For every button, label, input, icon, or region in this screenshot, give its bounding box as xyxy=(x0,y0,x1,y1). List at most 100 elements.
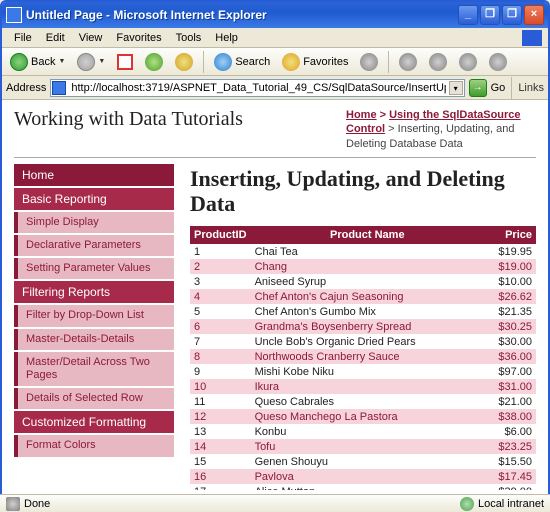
table-cell: $10.00 xyxy=(484,274,536,289)
table-row: 5Chef Anton's Gumbo Mix$21.35 xyxy=(190,304,536,319)
address-label: Address xyxy=(6,82,46,94)
minimize-button[interactable]: _ xyxy=(458,5,478,25)
column-header: Product Name xyxy=(251,226,484,244)
sidebar-header[interactable]: Filtering Reports xyxy=(14,281,174,303)
table-cell: 6 xyxy=(190,319,251,334)
close-button[interactable]: × xyxy=(524,5,544,25)
star-icon xyxy=(282,53,300,71)
print-button[interactable] xyxy=(425,51,451,73)
stop-button[interactable] xyxy=(113,52,137,72)
page-icon xyxy=(52,81,66,95)
links-label[interactable]: Links xyxy=(518,82,544,94)
sidebar-item[interactable]: Master/Detail Across Two Pages xyxy=(14,352,174,386)
edit-icon xyxy=(459,53,477,71)
table-cell: 12 xyxy=(190,409,251,424)
table-cell: Chang xyxy=(251,259,484,274)
status-text: Done xyxy=(24,498,50,510)
table-cell: 10 xyxy=(190,379,251,394)
menu-file[interactable]: File xyxy=(8,30,38,46)
address-bar: Address ▾ → Go Links xyxy=(2,76,548,100)
main-heading: Inserting, Updating, and Deleting Data xyxy=(190,166,536,217)
table-cell: 14 xyxy=(190,439,251,454)
table-cell: 11 xyxy=(190,394,251,409)
table-row: 8Northwoods Cranberry Sauce$36.00 xyxy=(190,349,536,364)
maximize-button[interactable]: ❐ xyxy=(502,5,522,25)
table-row: 6Grandma's Boysenberry Spread$30.25 xyxy=(190,319,536,334)
table-cell: Chai Tea xyxy=(251,244,484,259)
table-cell: 4 xyxy=(190,289,251,304)
restore-button[interactable]: ❐ xyxy=(480,5,500,25)
table-cell: Alice Mutton xyxy=(251,484,484,490)
favorites-button[interactable]: Favorites xyxy=(278,51,352,73)
column-header: Price xyxy=(484,226,536,244)
edit-button[interactable] xyxy=(455,51,481,73)
content-area: Working with Data Tutorials Home > Using… xyxy=(2,100,548,490)
sidebar-item[interactable]: Filter by Drop-Down List xyxy=(14,305,174,326)
sidebar-item[interactable]: Declarative Parameters xyxy=(14,235,174,256)
home-button[interactable] xyxy=(171,51,197,73)
breadcrumb-home[interactable]: Home xyxy=(346,109,377,121)
ie-throbber-icon xyxy=(522,30,542,46)
menu-edit[interactable]: Edit xyxy=(40,30,71,46)
table-cell: Pavlova xyxy=(251,469,484,484)
table-cell: $21.35 xyxy=(484,304,536,319)
window-title: Untitled Page - Microsoft Internet Explo… xyxy=(26,8,458,22)
table-cell: 16 xyxy=(190,469,251,484)
menu-tools[interactable]: Tools xyxy=(170,30,208,46)
table-cell: Ikura xyxy=(251,379,484,394)
table-cell: 7 xyxy=(190,334,251,349)
messenger-icon xyxy=(489,53,507,71)
table-cell: 15 xyxy=(190,454,251,469)
table-cell: $30.25 xyxy=(484,319,536,334)
back-button[interactable]: Back ▼ xyxy=(6,51,69,73)
messenger-button[interactable] xyxy=(485,51,511,73)
table-cell: Genen Shouyu xyxy=(251,454,484,469)
sidebar-item[interactable]: Simple Display xyxy=(14,212,174,233)
table-row: 10Ikura$31.00 xyxy=(190,379,536,394)
separator xyxy=(511,77,512,99)
separator xyxy=(203,51,204,73)
back-label: Back xyxy=(31,56,55,68)
table-row: 9Mishi Kobe Niku$97.00 xyxy=(190,364,536,379)
sidebar-header[interactable]: Basic Reporting xyxy=(14,188,174,210)
table-cell: $19.95 xyxy=(484,244,536,259)
table-row: 2Chang$19.00 xyxy=(190,259,536,274)
table-cell: Konbu xyxy=(251,424,484,439)
forward-button[interactable]: ▼ xyxy=(73,51,109,73)
sidebar-item[interactable]: Setting Parameter Values xyxy=(14,258,174,279)
sidebar-item[interactable]: Master-Details-Details xyxy=(14,329,174,350)
table-row: 13Konbu$6.00 xyxy=(190,424,536,439)
table-cell: Queso Manchego La Pastora xyxy=(251,409,484,424)
sidebar-header[interactable]: Home xyxy=(14,164,174,186)
sidebar-item[interactable]: Format Colors xyxy=(14,435,174,456)
toolbar: Back ▼ ▼ Search Favorites xyxy=(2,48,548,76)
mail-button[interactable] xyxy=(395,51,421,73)
menu-bar: File Edit View Favorites Tools Help xyxy=(2,28,548,48)
go-button[interactable]: → xyxy=(469,79,487,97)
sidebar: HomeBasic ReportingSimple DisplayDeclara… xyxy=(14,164,174,490)
table-cell: $15.50 xyxy=(484,454,536,469)
title-bar: Untitled Page - Microsoft Internet Explo… xyxy=(2,2,548,28)
refresh-button[interactable] xyxy=(141,51,167,73)
table-cell: $31.00 xyxy=(484,379,536,394)
search-button[interactable]: Search xyxy=(210,51,274,73)
menu-help[interactable]: Help xyxy=(209,30,244,46)
table-cell: $26.62 xyxy=(484,289,536,304)
home-icon xyxy=(175,53,193,71)
table-cell: Tofu xyxy=(251,439,484,454)
address-dropdown[interactable]: ▾ xyxy=(449,81,463,95)
menu-favorites[interactable]: Favorites xyxy=(110,30,167,46)
table-cell: Chef Anton's Cajun Seasoning xyxy=(251,289,484,304)
sidebar-header[interactable]: Customized Formatting xyxy=(14,411,174,433)
history-icon xyxy=(360,53,378,71)
table-cell: 1 xyxy=(190,244,251,259)
chevron-down-icon: ▼ xyxy=(98,58,105,65)
address-input[interactable] xyxy=(50,79,464,97)
search-label: Search xyxy=(235,56,270,68)
table-cell: $17.45 xyxy=(484,469,536,484)
table-row: 3Aniseed Syrup$10.00 xyxy=(190,274,536,289)
history-button[interactable] xyxy=(356,51,382,73)
menu-view[interactable]: View xyxy=(73,30,109,46)
table-cell: 3 xyxy=(190,274,251,289)
sidebar-item[interactable]: Details of Selected Row xyxy=(14,388,174,409)
